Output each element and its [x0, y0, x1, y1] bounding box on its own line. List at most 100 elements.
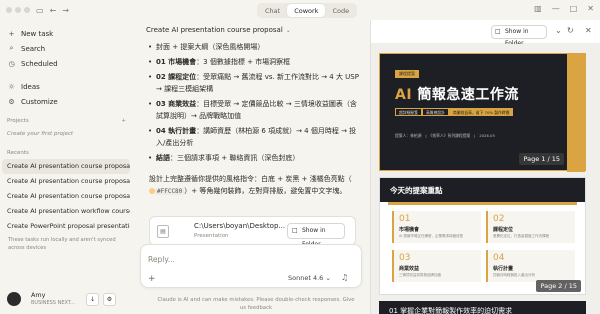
settings-button[interactable]: ⚙	[103, 293, 116, 306]
chat-title-text: Create AI presentation course proposal	[146, 26, 283, 34]
chat-title[interactable]: Create AI presentation course proposal ⌄	[146, 26, 291, 34]
slide-title-rest: 簡報急速工作流	[412, 87, 519, 103]
window-controls	[6, 7, 30, 13]
preview-show-in-folder-button[interactable]: Show in Folder	[491, 25, 547, 47]
reply-input[interactable]: Reply...	[148, 255, 175, 264]
plus-icon: +	[8, 29, 15, 38]
slide-list[interactable]: 課程提案 AI 簡報急速工作流 超詳細秘笈 高質感設計 商業效益高，省下 70%…	[371, 44, 600, 314]
list-item: 03 商業效益：目標受眾 → 定價競品比較 → 三情境收益圖表（含試算說明）→ …	[148, 98, 361, 122]
title-bar: ▭ ← → Chat Cowork Code ▥ — □ ✕	[0, 0, 600, 20]
projects-label: Projects	[7, 118, 29, 124]
back-icon[interactable]: ←	[50, 6, 57, 15]
bullet-label: 02 課程定位	[156, 73, 197, 81]
card-number: 03	[399, 253, 411, 263]
clock-icon: ◷	[8, 59, 15, 68]
avatar[interactable]	[7, 292, 21, 306]
slide-highlights: 超詳細秘笈 高質感設計 商業效益高，省下 70% 製作時間	[395, 108, 514, 116]
refresh-icon[interactable]: ↻	[567, 26, 574, 35]
disclaimer: Claude is AI and can make mistakes. Plea…	[157, 297, 355, 311]
reply-box: Reply... + Sonnet 4.6 ⌄ ♫	[140, 244, 362, 288]
card-number: 04	[493, 253, 505, 263]
user-plan: BUSINESS NEXT...	[31, 300, 76, 306]
tab-cowork[interactable]: Cowork	[287, 4, 326, 17]
slide-title: 今天的提案重點	[380, 178, 585, 202]
design-note: 設計上完整遵循你提供的風格指令：白底 + 炭黑 + 淺橘色亮點（ #FFCC80）…	[149, 173, 354, 198]
highlight-chip: 超詳細秘笈	[395, 108, 422, 116]
customize-icon: ⚙	[8, 97, 15, 106]
model-label: Sonnet 4.6	[288, 274, 324, 282]
attach-icon[interactable]: +	[148, 274, 156, 284]
window-dot[interactable]	[24, 7, 30, 13]
highlight-chip: 商業效益高，省下 70% 製作時間	[448, 108, 514, 116]
sidebar-item-label: Ideas	[21, 82, 40, 91]
download-button[interactable]: ↓	[86, 293, 99, 306]
model-selector[interactable]: Sonnet 4.6 ⌄	[288, 274, 331, 282]
add-project-icon[interactable]: +	[121, 115, 126, 127]
recents-header: Recents	[7, 150, 29, 156]
slide-title: AI 簡報急速工作流	[395, 84, 519, 104]
panel-toggle-icon[interactable]: ▥	[534, 4, 542, 13]
agenda-card: 04 執行計畫 四個月時程與投入產出分析	[486, 250, 575, 282]
forward-icon[interactable]: →	[62, 6, 69, 15]
local-tasks-note: These tasks run locally and aren't synce…	[8, 237, 116, 251]
card-desc: AI 簡報市場正在爆發，企業需求持續成長	[399, 234, 464, 238]
recent-item[interactable]: Create AI presentation course proposal	[0, 174, 130, 189]
mic-icon[interactable]: ♫	[341, 273, 348, 282]
sidebar-item-ideas[interactable]: ☼ Ideas	[0, 79, 136, 94]
projects-header: Projects +	[0, 115, 136, 127]
file-path: C:\Users\boyan\Desktop...	[194, 222, 286, 230]
list-item: 封面 + 提案大綱（深色風格開場）	[148, 41, 361, 53]
card-desc: 三情境收益試算與品牌加值	[399, 273, 441, 277]
sidebar-item-label: Customize	[21, 97, 58, 106]
recent-item[interactable]: Create PowerPoint proposal presentation	[0, 219, 130, 234]
slide-meta: 提案人：林柏源 | 《效率人》系列課程提案 | 2026.05	[395, 133, 495, 138]
sidebar-toggle-icon[interactable]: ▭	[36, 6, 44, 15]
slide-thumbnail[interactable]: 今天的提案重點 01 市場機會 AI 簡報市場正在爆發，企業需求持續成長 02 課程定…	[379, 177, 586, 295]
slide-thumbnail[interactable]: 課程提案 AI 簡報急速工作流 超詳細秘笈 高質感設計 商業效益高，省下 70%…	[379, 53, 586, 172]
accent-band	[567, 54, 585, 172]
file-icon: ▤	[157, 225, 169, 238]
recent-item[interactable]: Create AI presentation course proposal	[0, 189, 130, 204]
list-item: 01 市場機會：3 個數據指標 + 市場洞察框	[148, 56, 361, 68]
tab-chat[interactable]: Chat	[258, 4, 287, 17]
chevron-down-icon: ⌄	[285, 27, 291, 34]
bullet-label: 01 市場機會	[156, 58, 197, 66]
file-type: Presentation	[194, 233, 229, 239]
card-title: 商業效益	[399, 266, 420, 272]
page-badge: Page 1 / 15	[519, 153, 564, 165]
sidebar-item-scheduled[interactable]: ◷ Scheduled	[0, 56, 136, 71]
close-icon[interactable]: ✕	[585, 26, 592, 35]
design-note-text: 設計上完整遵循你提供的風格指令：白底 + 炭黑 + 淺橘色亮點（	[149, 175, 352, 183]
sidebar-item-label: New task	[21, 29, 54, 38]
window-dot[interactable]	[6, 7, 12, 13]
tab-code[interactable]: Code	[325, 4, 356, 17]
agenda-card: 03 商業效益 三情境收益試算與品牌加值	[392, 250, 481, 282]
slide-thumbnail[interactable]: 01 掌握企業對簡報製作效率的迫切需求	[379, 301, 586, 314]
create-project-link[interactable]: Create your first project	[0, 127, 136, 141]
file-attachment[interactable]: ▤ C:\Users\boyan\Desktop... Presentation…	[149, 216, 356, 248]
window-dot[interactable]	[15, 7, 21, 13]
close-icon[interactable]: ✕	[587, 4, 594, 13]
show-in-folder-button[interactable]: Show in Folder	[287, 223, 345, 248]
card-title: 執行計畫	[493, 266, 514, 272]
list-item: 02 課程定位：受眾痛點 → 舊流程 vs. 新工作流對比 → 4 大 USP …	[148, 71, 361, 95]
preview-toolbar: Show in Folder ⌄ ↻ ✕	[371, 20, 600, 47]
agenda-card: 02 課程定位 差異化定位，打造高價值工作流課程	[486, 211, 575, 243]
highlight-chip: 高質感設計	[421, 108, 449, 116]
recent-item[interactable]: Create AI presentation workflow course	[0, 204, 130, 219]
list-item: 04 執行計畫：講師資歷（林柏源 6 項成就）→ 4 個月時程 → 投入/產出分…	[148, 125, 361, 149]
user-name: Amy	[31, 291, 46, 299]
preview-panel: Show in Folder ⌄ ↻ ✕ 課程提案 AI 簡報急速工作流 超詳細…	[370, 20, 600, 314]
sidebar-item-customize[interactable]: ⚙ Customize	[0, 94, 136, 109]
bullet-label: 結語	[156, 154, 170, 162]
chevron-down-icon[interactable]: ⌄	[555, 26, 562, 35]
user-panel: Amy BUSINESS NEXT... ↓ ⚙	[0, 268, 136, 314]
slide-tag: 課程提案	[395, 70, 419, 78]
design-note-text: ）+ 等角幾何裝飾，左對齊排版，避免置中文字塊。	[184, 187, 347, 195]
sidebar-item-search[interactable]: ⌕ Search	[0, 41, 136, 56]
recent-item[interactable]: Create AI presentation course proposal	[2, 159, 130, 174]
minimize-icon[interactable]: —	[552, 4, 560, 13]
sidebar-item-new-task[interactable]: + New task	[0, 26, 136, 41]
maximize-icon[interactable]: □	[570, 4, 578, 13]
card-number: 01	[399, 214, 411, 224]
